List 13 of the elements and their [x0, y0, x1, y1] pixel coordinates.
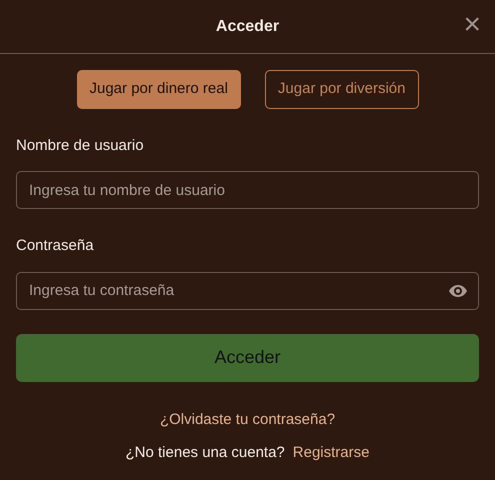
forgot-password-link[interactable]: ¿Olvidaste tu contraseña? — [160, 410, 336, 428]
password-field[interactable]: Ingresa tu contraseña — [16, 272, 479, 310]
login-button[interactable]: Acceder — [16, 334, 479, 382]
eye-icon[interactable] — [449, 284, 467, 296]
signup-prompt: ¿No tienes una cuenta? — [126, 442, 285, 462]
username-field[interactable]: Ingresa tu nombre de usuario — [16, 171, 479, 209]
close-button[interactable]: × — [461, 10, 483, 40]
mode-tab[interactable]: Jugar por diversión — [264, 70, 418, 108]
field-label: Nombre de usuario — [16, 136, 145, 156]
mode-tab[interactable]: Jugar por dinero real — [76, 70, 241, 108]
field-label: Contraseña — [16, 236, 95, 256]
dialog-title: Acceder — [216, 16, 280, 36]
register-link[interactable]: Registrarse — [292, 442, 370, 464]
